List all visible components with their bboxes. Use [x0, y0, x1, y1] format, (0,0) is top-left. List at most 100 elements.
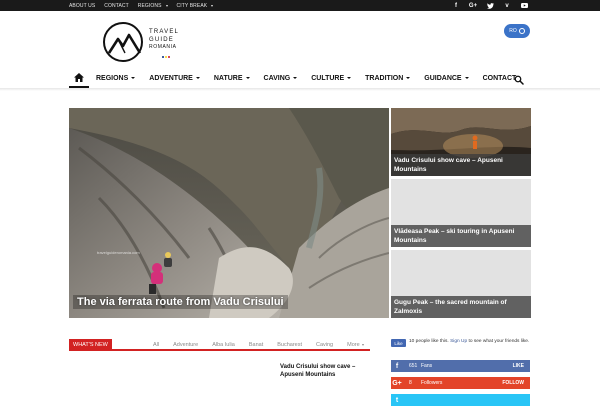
- language-label: RO: [509, 28, 517, 34]
- facebook-icon: f: [395, 362, 399, 370]
- nav-item-label: Guidance: [424, 74, 462, 82]
- side-post[interactable]: Gugu Peak – the sacred mountain of Zalmo…: [391, 250, 531, 318]
- nav-item-label: Contact: [482, 74, 517, 82]
- nav-item-guidance[interactable]: Guidance: [417, 68, 475, 88]
- google-plus-icon[interactable]: G+: [469, 0, 477, 11]
- nav-item-nature[interactable]: Nature: [207, 68, 257, 88]
- top-link-label: Contact: [104, 2, 129, 9]
- tab-more-label: More: [347, 342, 360, 348]
- romanian-flag-dots: [162, 56, 170, 58]
- nav-item-adventure[interactable]: Adventure: [142, 68, 207, 88]
- recent-post-title[interactable]: Vadu Crisului show cave – Apuseni Mounta…: [280, 363, 375, 379]
- main-nav: Regions Adventure Nature Caving Culture …: [69, 68, 530, 88]
- chevron-down-icon: [195, 77, 200, 79]
- top-link-label: City Break: [176, 2, 208, 9]
- nav-item-label: Nature: [213, 74, 243, 82]
- tab-banat[interactable]: Banat: [249, 342, 263, 348]
- counter-action: Follow: [502, 380, 524, 386]
- facebook-icon[interactable]: f: [452, 0, 460, 11]
- facebook-like-box: Like 10 people like this. Sign Up to see…: [391, 339, 531, 355]
- tab-adventure[interactable]: Adventure: [173, 342, 198, 348]
- top-link-contact[interactable]: Contact: [104, 3, 129, 9]
- side-post-title: Vlădeasa Peak – ski touring in Apuseni M…: [391, 225, 531, 247]
- side-post[interactable]: Vadu Crisului show cave – Apuseni Mounta…: [391, 108, 531, 176]
- counter-action: Like: [512, 363, 524, 369]
- chevron-down-icon: [245, 77, 250, 79]
- hero-watermark: travelguideromania.com: [97, 250, 140, 255]
- hero-image: [69, 108, 389, 318]
- nav-item-label: Regions: [96, 74, 129, 82]
- hero-featured-post[interactable]: travelguideromania.com The via ferrata r…: [69, 108, 389, 318]
- counter-count: 8: [409, 380, 412, 386]
- nav-item-regions[interactable]: Regions: [89, 68, 142, 88]
- counter-count: 651: [409, 363, 418, 369]
- tab-alba-iulia[interactable]: Alba Iulia: [212, 342, 235, 348]
- counter-label: Fans: [421, 363, 433, 369]
- facebook-like-text: 10 people like this. Sign Up to see what…: [409, 339, 534, 345]
- twitter-counter-bar[interactable]: t: [391, 394, 530, 406]
- search-icon[interactable]: [514, 72, 524, 85]
- youtube-icon[interactable]: [520, 0, 528, 11]
- whats-new-block-header: What's New All Adventure Alba Iulia Bana…: [69, 339, 370, 351]
- fb-like-label: Like: [394, 340, 403, 346]
- nav-item-culture[interactable]: Culture: [304, 68, 358, 88]
- whats-new-label: What's New: [69, 339, 112, 351]
- facebook-like-button[interactable]: Like: [391, 339, 406, 347]
- tab-all[interactable]: All: [153, 342, 159, 348]
- side-post-title: Gugu Peak – the sacred mountain of Zalmo…: [391, 296, 531, 318]
- twitter-icon: t: [395, 396, 399, 404]
- fb-count-text: 10 people like this.: [409, 339, 449, 344]
- chevron-down-icon: [406, 77, 411, 79]
- top-bar: About Us Contact Regions City Break f G+…: [0, 0, 600, 11]
- globe-icon: [518, 28, 525, 34]
- google-plus-icon: G+: [392, 379, 402, 387]
- top-link-label: Regions: [137, 2, 162, 9]
- nav-item-label: Caving: [263, 74, 291, 82]
- logo-line: Travel: [149, 29, 180, 35]
- tab-bucharest[interactable]: Bucharest: [277, 342, 302, 348]
- hero-title[interactable]: The via ferrata route from Vadu Crisului: [73, 295, 288, 309]
- fb-signup-link[interactable]: Sign Up: [450, 339, 467, 344]
- flag-dot: [162, 56, 164, 58]
- top-menu: About Us Contact Regions City Break: [69, 0, 214, 11]
- flag-dot: [168, 56, 170, 58]
- tab-more[interactable]: More: [347, 342, 364, 348]
- language-switch-button[interactable]: RO: [504, 24, 530, 38]
- side-post[interactable]: Vlădeasa Peak – ski touring in Apuseni M…: [391, 179, 531, 247]
- whats-new-tabs: All Adventure Alba Iulia Banat Bucharest…: [153, 339, 364, 351]
- top-link-about[interactable]: About Us: [69, 3, 95, 9]
- google-plus-counter-bar[interactable]: G+ 8 Followers Follow: [391, 377, 530, 389]
- nav-item-label: Adventure: [149, 74, 193, 82]
- side-post-title: Vadu Crisului show cave – Apuseni Mounta…: [391, 154, 531, 176]
- top-link-city-break[interactable]: City Break: [177, 3, 214, 9]
- mountain-logo-icon: [107, 33, 142, 54]
- chevron-down-icon: [293, 77, 298, 79]
- nav-item-caving[interactable]: Caving: [257, 68, 305, 88]
- top-link-label: About Us: [69, 2, 96, 9]
- top-social-icons: f G+ v: [452, 0, 528, 11]
- chevron-down-icon: [211, 4, 214, 7]
- chevron-down-icon: [347, 77, 352, 79]
- logo-line: Romania: [149, 44, 177, 50]
- nav-home[interactable]: [69, 68, 89, 88]
- logo-line: Guide: [149, 36, 175, 43]
- chevron-down-icon: [131, 77, 136, 79]
- chevron-down-icon: [464, 77, 469, 79]
- facebook-counter-bar[interactable]: f 651 Fans Like: [391, 360, 530, 372]
- logo-wordmark: Travel Guide Romania: [149, 29, 179, 52]
- tab-caving[interactable]: Caving: [316, 342, 333, 348]
- top-link-regions[interactable]: Regions: [138, 3, 168, 9]
- flag-dot: [165, 56, 167, 58]
- chevron-down-icon: [361, 344, 364, 346]
- nav-item-label: Culture: [311, 74, 345, 82]
- fb-after-text: to see what your friends like.: [468, 339, 530, 344]
- counter-label: Followers: [421, 380, 443, 386]
- home-icon: [74, 72, 84, 82]
- nav-item-tradition[interactable]: Tradition: [358, 68, 417, 88]
- chevron-down-icon: [165, 4, 168, 7]
- site-logo[interactable]: [103, 22, 143, 62]
- nav-item-label: Tradition: [365, 74, 404, 82]
- nav-divider: [0, 88, 600, 91]
- twitter-icon[interactable]: [486, 0, 494, 11]
- vimeo-icon[interactable]: v: [503, 0, 511, 11]
